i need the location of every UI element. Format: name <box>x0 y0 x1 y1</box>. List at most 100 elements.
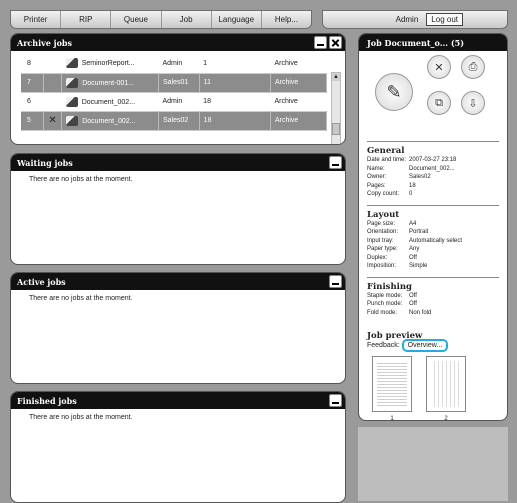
job-details-title: Job Document_o... (5) <box>367 37 464 48</box>
wrench-icon: ✕ <box>48 115 57 126</box>
detail-key: Orientation: <box>367 229 399 235</box>
job-action-icons: ✎ ✕ ⎙ ⧉ ⇩ <box>359 51 507 135</box>
table-row[interactable]: 8 SeminorReport... Admin 1 Archive <box>21 54 327 73</box>
archive-jobs-header: Archive jobs <box>11 34 345 51</box>
document-name-cell: Document_002... <box>61 111 159 130</box>
tool-cell <box>43 73 63 92</box>
menu-queue[interactable]: Queue <box>111 11 162 28</box>
tool-cell: ✕ <box>43 111 63 130</box>
waiting-jobs-title: Waiting jobs <box>17 157 73 168</box>
detail-value: Off <box>409 301 417 307</box>
document-name: SeminorReport... <box>81 60 135 68</box>
document-name-cell: SeminorReport... <box>62 54 159 73</box>
active-empty-message: There are no jobs at the moment. <box>29 295 133 302</box>
copy-job-icon[interactable]: ⧉ <box>427 91 451 115</box>
detail-value: Sales02 <box>409 174 431 180</box>
job-id-cell: 5 <box>21 111 44 130</box>
detail-key: Pages: <box>367 182 386 189</box>
detail-value: Portrait <box>409 229 429 235</box>
detail-row: Duplex: Off <box>367 254 507 263</box>
user-name: Admin <box>395 15 419 24</box>
detail-value: Off <box>409 254 417 261</box>
detail-row: Orientation: Portrait <box>367 228 507 237</box>
minimize-icon[interactable] <box>314 36 327 49</box>
document-icon <box>66 77 79 88</box>
preview-page-2[interactable] <box>426 356 466 412</box>
minimize-icon[interactable] <box>329 275 342 288</box>
document-icon <box>66 115 79 126</box>
owner-cell: Admin <box>162 98 183 105</box>
job-preview-section: Job preview Feedback: Overview... <box>367 331 507 352</box>
document-icon <box>65 96 78 107</box>
detail-value: Automatically select <box>409 237 463 244</box>
detail-row: Date and time: 2007-03-27 23:18 <box>367 156 507 165</box>
menu-help[interactable]: Help... <box>262 11 311 28</box>
menu-rip[interactable]: RIP <box>61 11 112 28</box>
main-menu-bar: Printer RIP Queue Job Language Help... <box>10 10 312 29</box>
detail-value: Simple <box>409 263 428 269</box>
document-name-cell: Document_002... <box>62 92 159 111</box>
scroll-up-icon[interactable]: ▲ <box>332 73 340 81</box>
detail-row: Input tray: Automatically select <box>367 237 507 246</box>
feedback-label: Feedback: <box>367 342 400 349</box>
archive-scrollbar[interactable]: ▲ ▼ <box>331 72 341 144</box>
pages-cell: 18 <box>199 111 271 130</box>
menu-language[interactable]: Language <box>212 11 262 28</box>
detail-row: Name: Document_002... <box>367 165 507 174</box>
preview-page-1[interactable] <box>372 356 412 412</box>
preview-page-number: 1 <box>390 416 394 421</box>
user-bar: Admin Log out <box>322 10 508 29</box>
finishing-title: Finishing <box>367 276 499 292</box>
detail-value: Document_002... <box>409 165 455 172</box>
detail-row: Owner: Sales02 <box>367 173 507 182</box>
menu-job[interactable]: Job <box>162 11 212 28</box>
detail-row: Imposition: Simple <box>367 262 507 271</box>
waiting-empty-message: There are no jobs at the moment. <box>29 176 133 183</box>
table-row[interactable]: 7 Document-001... Sales01 11 Archive <box>21 73 328 92</box>
status-cell: Archive <box>274 98 298 105</box>
owner-cell: Sales01 <box>158 73 200 92</box>
detail-key: Name: <box>367 165 385 172</box>
minimize-icon[interactable] <box>329 394 342 407</box>
table-row[interactable]: 6 Document_002... Admin 18 Archive <box>21 92 327 111</box>
detail-key: Page size: <box>367 220 396 227</box>
close-icon[interactable] <box>329 36 342 49</box>
finishing-section: Finishing Staple mode: Off Punch mode: Off F… <box>359 276 507 318</box>
status-cell: Archive <box>270 73 328 92</box>
archive-jobs-table: 8 SeminorReport... Admin 1 Archive 7 Document-… <box>21 54 328 131</box>
scroll-thumb[interactable] <box>332 123 340 135</box>
minimize-icon[interactable] <box>329 156 342 169</box>
move-job-icon[interactable]: ⇩ <box>461 91 485 115</box>
finished-jobs-panel: Finished jobs There are no jobs at the m… <box>10 391 346 503</box>
edit-job-icon[interactable]: ✎ <box>375 73 413 111</box>
detail-value: Off <box>409 292 417 299</box>
job-id-cell: 7 <box>21 73 44 92</box>
status-cell: Archive <box>274 59 298 67</box>
document-name-cell: Document-001... <box>61 73 159 92</box>
finished-jobs-header: Finished jobs <box>11 392 345 409</box>
preview-page-number: 2 <box>444 416 448 421</box>
tool-cell <box>43 92 61 111</box>
waiting-jobs-header: Waiting jobs <box>11 154 345 171</box>
detail-row: Punch mode: Off <box>367 300 507 309</box>
job-details-header: Job Document_o... (5) <box>359 34 507 51</box>
delete-job-icon[interactable]: ✕ <box>427 55 451 79</box>
detail-key: Owner: <box>367 174 387 180</box>
job-id-cell: 6 <box>27 98 31 105</box>
overview-button[interactable]: Overview... <box>401 339 449 352</box>
detail-key: Date and time: <box>367 157 407 163</box>
tool-cell <box>43 54 61 73</box>
print-job-icon[interactable]: ⎙ <box>461 55 485 79</box>
job-id-cell: 8 <box>27 59 31 67</box>
logout-button[interactable]: Log out <box>426 13 463 26</box>
detail-key: Staple mode: <box>367 292 403 299</box>
detail-key: Imposition: <box>367 263 397 269</box>
table-row[interactable]: 5 ✕ Document_002... Sales02 18 Archive <box>21 111 328 130</box>
detail-value: Any <box>409 246 420 252</box>
detail-row: Fold mode: Non fold <box>367 309 507 318</box>
owner-cell: Sales02 <box>158 111 200 130</box>
detail-value: Non fold <box>409 309 432 316</box>
menu-printer[interactable]: Printer <box>11 11 62 28</box>
detail-row: Page size: A4 <box>367 220 507 229</box>
detail-key: Input tray: <box>367 237 394 244</box>
